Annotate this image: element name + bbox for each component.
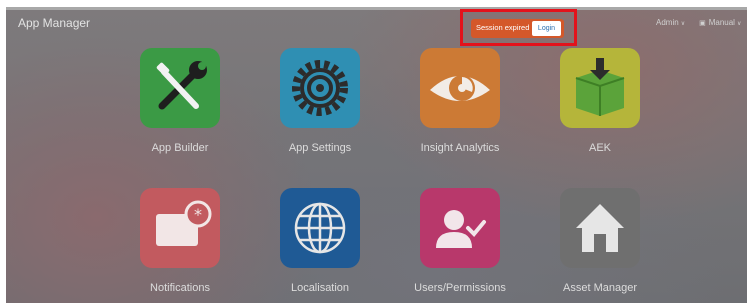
- admin-menu[interactable]: Admin ∨: [656, 18, 685, 27]
- tile-notifications[interactable]: * Notifications: [120, 188, 240, 294]
- chevron-down-icon: ∨: [736, 21, 742, 27]
- gear-icon: [280, 48, 360, 128]
- tile-insight-analytics[interactable]: Insight Analytics: [400, 48, 520, 154]
- app-window: App Manager Session expired Login Admin ∨…: [6, 7, 747, 303]
- admin-label: Admin: [656, 18, 679, 27]
- tile-label: Users/Permissions: [414, 282, 506, 294]
- tile-label: Insight Analytics: [420, 142, 500, 154]
- tile-label: AEK: [588, 142, 611, 154]
- globe-icon: [280, 188, 360, 268]
- tile-label: App Builder: [151, 142, 209, 154]
- user-check-icon: [420, 188, 500, 268]
- tile-localisation[interactable]: Localisation: [260, 188, 380, 294]
- notification-icon: *: [140, 188, 220, 268]
- tile-app-builder[interactable]: App Builder: [120, 48, 240, 154]
- tile-label: App Settings: [288, 142, 352, 154]
- box-icon: [560, 48, 640, 128]
- eye-icon: [420, 48, 500, 128]
- home-icon: [560, 188, 640, 268]
- user-nav: Admin ∨ ▣ Manual ∨: [656, 18, 741, 27]
- tile-users-permissions[interactable]: Users/Permissions: [400, 188, 520, 294]
- login-button[interactable]: Login: [532, 21, 561, 36]
- tile-aek[interactable]: AEK: [540, 48, 660, 154]
- session-highlight-box: Session expired Login: [460, 9, 577, 46]
- session-expired-text: Session expired: [476, 23, 530, 32]
- manual-label: Manual: [708, 18, 735, 27]
- app-title: App Manager: [18, 16, 91, 30]
- chevron-down-icon: ∨: [680, 21, 686, 27]
- tile-label: Asset Manager: [563, 282, 637, 294]
- manual-link[interactable]: ▣ Manual ∨: [699, 18, 741, 27]
- tile-asset-manager[interactable]: Asset Manager: [540, 188, 660, 294]
- tile-label: Notifications: [150, 282, 210, 294]
- manual-icon: ▣: [699, 20, 706, 27]
- tile-app-settings[interactable]: App Settings: [260, 48, 380, 154]
- tile-label: Localisation: [290, 282, 350, 294]
- session-expired-banner: Session expired Login: [471, 19, 564, 38]
- svg-text:*: *: [194, 205, 202, 224]
- tools-icon: [140, 48, 220, 128]
